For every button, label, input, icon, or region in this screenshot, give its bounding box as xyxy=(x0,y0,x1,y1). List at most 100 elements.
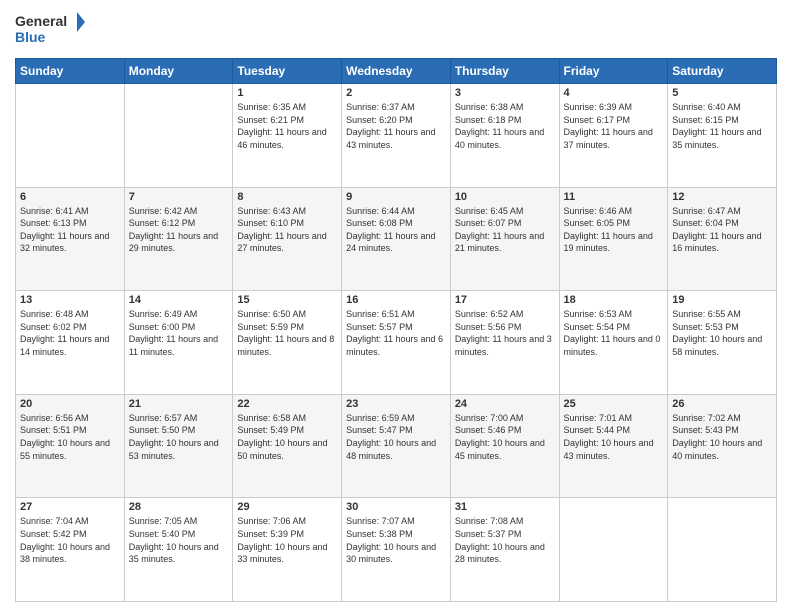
day-info: Sunrise: 7:04 AMSunset: 5:42 PMDaylight:… xyxy=(20,515,120,565)
day-number: 7 xyxy=(129,191,229,203)
svg-text:Blue: Blue xyxy=(15,29,46,45)
day-cell: 25 Sunrise: 7:01 AMSunset: 5:44 PMDayligh… xyxy=(559,394,668,498)
weekday-header-friday: Friday xyxy=(559,59,668,84)
week-row-2: 6Sunrise: 6:41 AMSunset: 6:13 PMDaylight… xyxy=(16,187,777,291)
day-number: 25 xyxy=(564,398,664,410)
day-cell: 7 Sunrise: 6:42 AMSunset: 6:12 PMDaylight… xyxy=(124,187,233,291)
day-number: 29 xyxy=(237,501,337,513)
day-number: 15 xyxy=(237,294,337,306)
day-cell: 10Sunrise: 6:45 AMSunset: 6:07 PMDayligh… xyxy=(450,187,559,291)
day-cell: 23 Sunrise: 6:59 AMSunset: 5:47 PMDayligh… xyxy=(342,394,451,498)
day-number: 30 xyxy=(346,501,446,513)
day-info: Sunrise: 7:05 AMSunset: 5:40 PMDaylight:… xyxy=(129,515,229,565)
day-cell xyxy=(668,498,777,602)
day-info: Sunrise: 6:58 AMSunset: 5:49 PMDaylight:… xyxy=(237,412,337,462)
day-cell: 29 Sunrise: 7:06 AMSunset: 5:39 PMDayligh… xyxy=(233,498,342,602)
day-number: 1 xyxy=(237,87,337,99)
day-info: Sunrise: 6:43 AMSunset: 6:10 PMDaylight:… xyxy=(237,205,337,255)
day-cell: 16 Sunrise: 6:51 AMSunset: 5:57 PMDayligh… xyxy=(342,291,451,395)
day-number: 31 xyxy=(455,501,555,513)
weekday-header-monday: Monday xyxy=(124,59,233,84)
week-row-4: 20 Sunrise: 6:56 AMSunset: 5:51 PMDayligh… xyxy=(16,394,777,498)
day-info: Sunrise: 6:35 AMSunset: 6:21 PMDaylight:… xyxy=(237,101,337,151)
week-row-5: 27Sunrise: 7:04 AMSunset: 5:42 PMDayligh… xyxy=(16,498,777,602)
day-number: 20 xyxy=(20,398,120,410)
day-number: 22 xyxy=(237,398,337,410)
day-info: Sunrise: 6:41 AMSunset: 6:13 PMDaylight:… xyxy=(20,205,120,255)
header: General Blue xyxy=(15,10,777,50)
day-cell xyxy=(559,498,668,602)
day-number: 14 xyxy=(129,294,229,306)
day-info: Sunrise: 6:45 AMSunset: 6:07 PMDaylight:… xyxy=(455,205,555,255)
day-number: 11 xyxy=(564,191,664,203)
day-number: 16 xyxy=(346,294,446,306)
day-info: Sunrise: 6:37 AMSunset: 6:20 PMDaylight:… xyxy=(346,101,446,151)
day-info: Sunrise: 7:01 AMSunset: 5:44 PMDaylight:… xyxy=(564,412,664,462)
weekday-header-thursday: Thursday xyxy=(450,59,559,84)
day-info: Sunrise: 6:57 AMSunset: 5:50 PMDaylight:… xyxy=(129,412,229,462)
day-info: Sunrise: 6:46 AMSunset: 6:05 PMDaylight:… xyxy=(564,205,664,255)
day-info: Sunrise: 7:08 AMSunset: 5:37 PMDaylight:… xyxy=(455,515,555,565)
day-cell: 15 Sunrise: 6:50 AMSunset: 5:59 PMDayligh… xyxy=(233,291,342,395)
day-cell: 28 Sunrise: 7:05 AMSunset: 5:40 PMDayligh… xyxy=(124,498,233,602)
day-cell: 22 Sunrise: 6:58 AMSunset: 5:49 PMDayligh… xyxy=(233,394,342,498)
day-info: Sunrise: 6:51 AMSunset: 5:57 PMDaylight:… xyxy=(346,308,446,358)
day-number: 2 xyxy=(346,87,446,99)
day-cell: 30 Sunrise: 7:07 AMSunset: 5:38 PMDayligh… xyxy=(342,498,451,602)
day-number: 24 xyxy=(455,398,555,410)
weekday-header-tuesday: Tuesday xyxy=(233,59,342,84)
day-number: 19 xyxy=(672,294,772,306)
day-number: 3 xyxy=(455,87,555,99)
day-info: Sunrise: 6:38 AMSunset: 6:18 PMDaylight:… xyxy=(455,101,555,151)
day-cell: 12 Sunrise: 6:47 AMSunset: 6:04 PMDayligh… xyxy=(668,187,777,291)
day-cell: 20 Sunrise: 6:56 AMSunset: 5:51 PMDayligh… xyxy=(16,394,125,498)
week-row-3: 13Sunrise: 6:48 AMSunset: 6:02 PMDayligh… xyxy=(16,291,777,395)
day-cell: 2 Sunrise: 6:37 AMSunset: 6:20 PMDaylight… xyxy=(342,84,451,188)
day-cell: 11 Sunrise: 6:46 AMSunset: 6:05 PMDayligh… xyxy=(559,187,668,291)
day-info: Sunrise: 6:52 AMSunset: 5:56 PMDaylight:… xyxy=(455,308,555,358)
day-cell: 13Sunrise: 6:48 AMSunset: 6:02 PMDayligh… xyxy=(16,291,125,395)
day-cell: 9 Sunrise: 6:44 AMSunset: 6:08 PMDaylight… xyxy=(342,187,451,291)
day-cell: 27Sunrise: 7:04 AMSunset: 5:42 PMDayligh… xyxy=(16,498,125,602)
logo: General Blue xyxy=(15,10,85,50)
day-cell xyxy=(16,84,125,188)
day-number: 21 xyxy=(129,398,229,410)
day-info: Sunrise: 6:44 AMSunset: 6:08 PMDaylight:… xyxy=(346,205,446,255)
day-number: 4 xyxy=(564,87,664,99)
day-number: 17 xyxy=(455,294,555,306)
day-cell: 19Sunrise: 6:55 AMSunset: 5:53 PMDayligh… xyxy=(668,291,777,395)
day-cell: 18 Sunrise: 6:53 AMSunset: 5:54 PMDayligh… xyxy=(559,291,668,395)
day-info: Sunrise: 6:47 AMSunset: 6:04 PMDaylight:… xyxy=(672,205,772,255)
day-number: 9 xyxy=(346,191,446,203)
logo-svg: General Blue xyxy=(15,10,85,50)
day-info: Sunrise: 6:39 AMSunset: 6:17 PMDaylight:… xyxy=(564,101,664,151)
day-number: 23 xyxy=(346,398,446,410)
day-info: Sunrise: 7:06 AMSunset: 5:39 PMDaylight:… xyxy=(237,515,337,565)
day-info: Sunrise: 6:48 AMSunset: 6:02 PMDaylight:… xyxy=(20,308,120,358)
weekday-header-wednesday: Wednesday xyxy=(342,59,451,84)
day-info: Sunrise: 7:07 AMSunset: 5:38 PMDaylight:… xyxy=(346,515,446,565)
day-number: 8 xyxy=(237,191,337,203)
day-number: 12 xyxy=(672,191,772,203)
day-info: Sunrise: 6:49 AMSunset: 6:00 PMDaylight:… xyxy=(129,308,229,358)
day-info: Sunrise: 6:53 AMSunset: 5:54 PMDaylight:… xyxy=(564,308,664,358)
day-info: Sunrise: 6:42 AMSunset: 6:12 PMDaylight:… xyxy=(129,205,229,255)
day-number: 28 xyxy=(129,501,229,513)
day-cell: 24 Sunrise: 7:00 AMSunset: 5:46 PMDayligh… xyxy=(450,394,559,498)
day-info: Sunrise: 6:59 AMSunset: 5:47 PMDaylight:… xyxy=(346,412,446,462)
svg-text:General: General xyxy=(15,13,67,29)
day-info: Sunrise: 6:50 AMSunset: 5:59 PMDaylight:… xyxy=(237,308,337,358)
day-number: 26 xyxy=(672,398,772,410)
day-cell: 8 Sunrise: 6:43 AMSunset: 6:10 PMDaylight… xyxy=(233,187,342,291)
day-cell: 3 Sunrise: 6:38 AMSunset: 6:18 PMDaylight… xyxy=(450,84,559,188)
weekday-header-saturday: Saturday xyxy=(668,59,777,84)
day-cell: 17 Sunrise: 6:52 AMSunset: 5:56 PMDayligh… xyxy=(450,291,559,395)
day-cell xyxy=(124,84,233,188)
day-cell: 5Sunrise: 6:40 AMSunset: 6:15 PMDaylight… xyxy=(668,84,777,188)
day-info: Sunrise: 7:00 AMSunset: 5:46 PMDaylight:… xyxy=(455,412,555,462)
day-info: Sunrise: 6:40 AMSunset: 6:15 PMDaylight:… xyxy=(672,101,772,151)
day-info: Sunrise: 6:56 AMSunset: 5:51 PMDaylight:… xyxy=(20,412,120,462)
calendar-table: SundayMondayTuesdayWednesdayThursdayFrid… xyxy=(15,58,777,602)
day-number: 18 xyxy=(564,294,664,306)
day-info: Sunrise: 7:02 AMSunset: 5:43 PMDaylight:… xyxy=(672,412,772,462)
